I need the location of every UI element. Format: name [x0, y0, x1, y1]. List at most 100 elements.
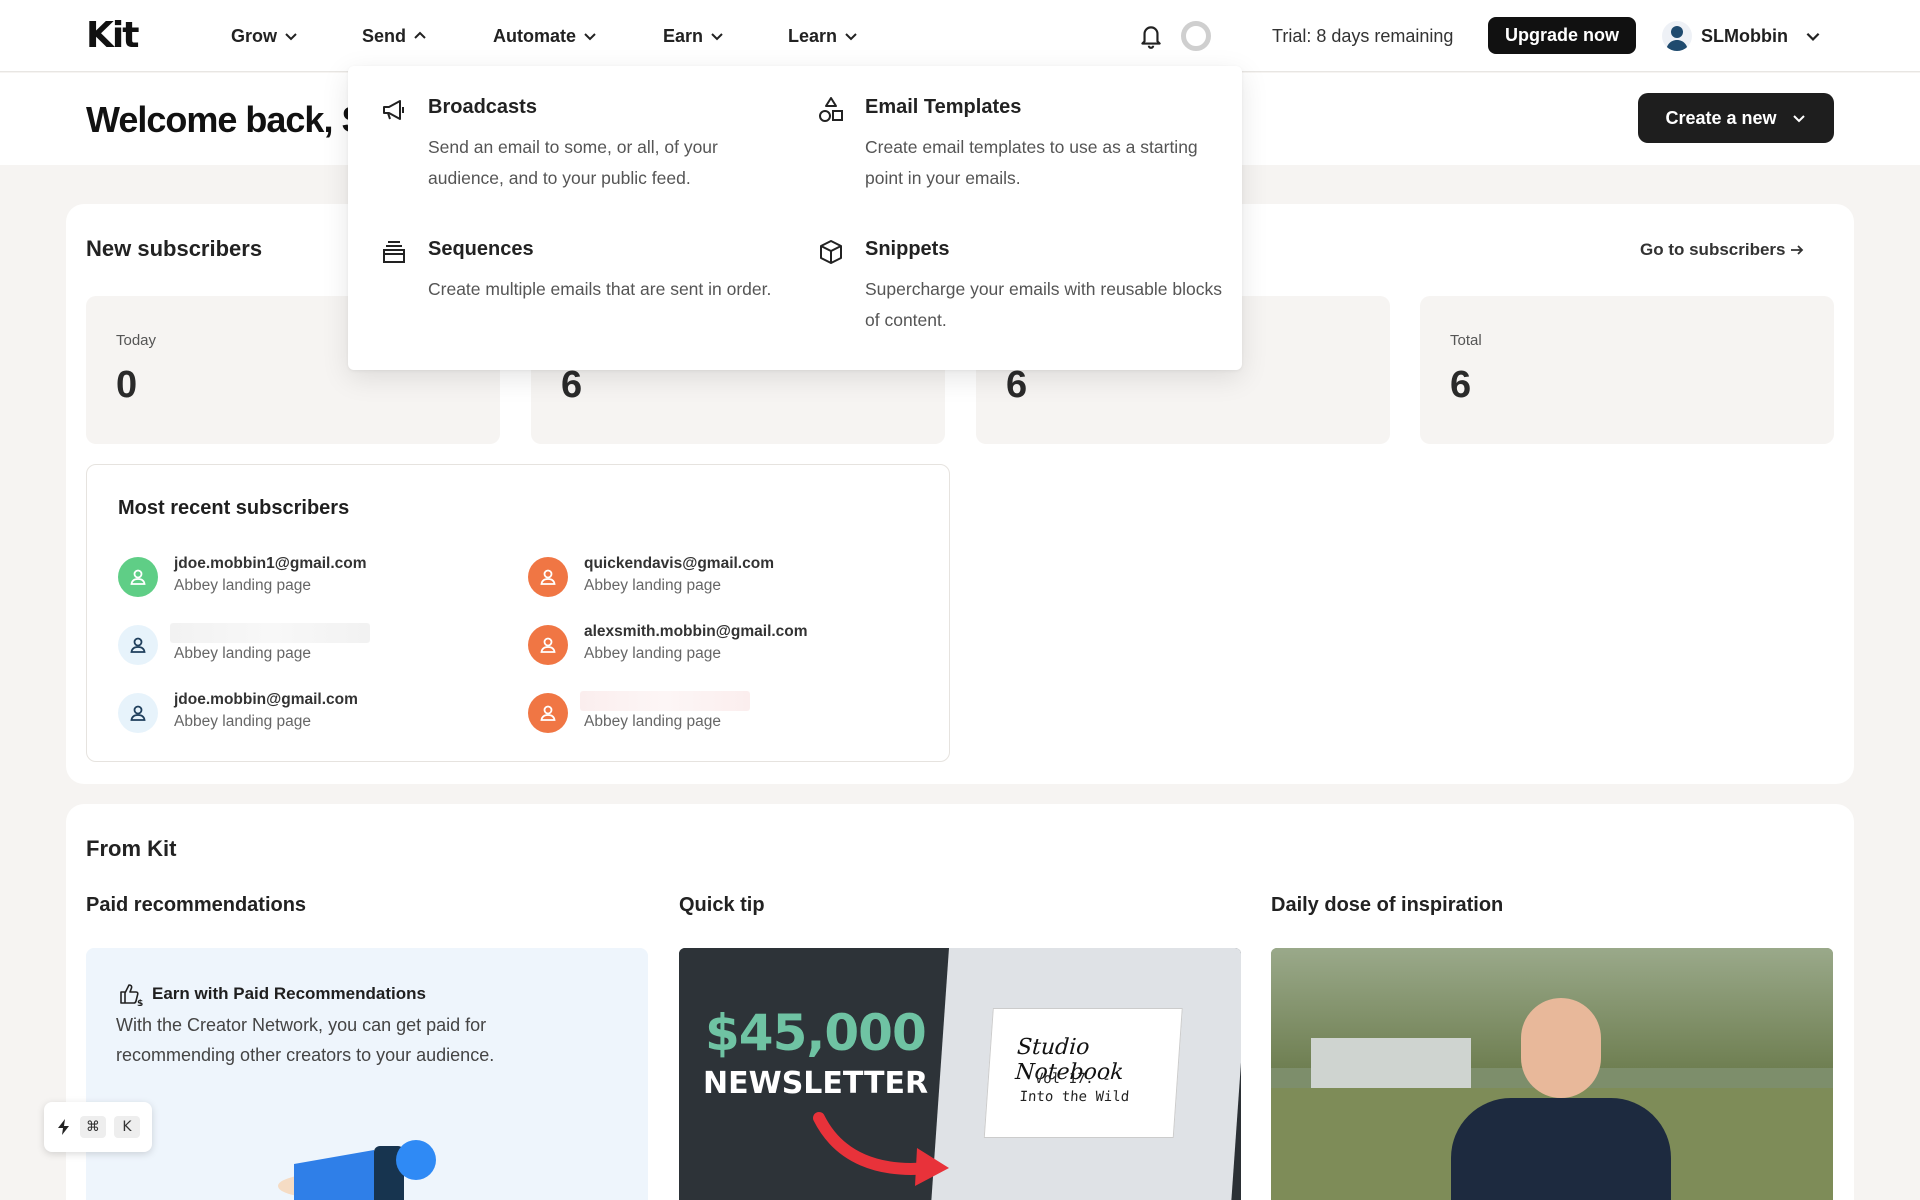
recent-subscribers-panel: Most recent subscribers jdoe.mobbin1@gma… — [86, 464, 950, 762]
subscriber-row[interactable]: quickendavis@gmail.com Abbey landing pag… — [528, 551, 928, 601]
megaphone-illustration — [278, 1140, 436, 1200]
menu-item-title: Snippets — [865, 238, 950, 260]
chevron-down-icon — [285, 33, 297, 41]
subscriber-source: Abbey landing page — [584, 577, 722, 594]
person-head — [1521, 998, 1601, 1098]
subscriber-avatar — [118, 625, 158, 665]
subscriber-email: quickendavis@gmail.com — [584, 555, 774, 572]
stat-value: 0 — [116, 364, 138, 406]
subscriber-email: jdoe.mobbin1@gmail.com — [174, 555, 367, 572]
subscriber-avatar — [528, 693, 568, 733]
quick-tip-title: Quick tip — [679, 894, 765, 916]
menu-item-title: Broadcasts — [428, 96, 537, 118]
arrow-right-icon — [1791, 245, 1804, 255]
subscriber-row[interactable]: alexsmith.mobbin@gmail.com Abbey landing… — [528, 619, 928, 669]
notebook-sub2: Into the Wild — [1019, 1089, 1130, 1105]
subscriber-source: Abbey landing page — [174, 577, 312, 594]
user-icon — [130, 705, 146, 721]
subscriber-row[interactable]: jdoe.mobbin@gmail.com Abbey landing page — [118, 687, 518, 737]
inspiration-image[interactable] — [1271, 948, 1833, 1200]
loading-spinner-icon — [1181, 21, 1211, 51]
menu-item-description: Supercharge your emails with reusable bl… — [865, 279, 1222, 330]
stat-label: Today — [116, 332, 157, 349]
person-shirt — [1451, 1098, 1671, 1200]
chevron-up-icon — [414, 31, 426, 39]
bell-icon[interactable] — [1138, 22, 1164, 50]
stat-value: 6 — [1450, 364, 1472, 406]
redacted-email — [580, 691, 750, 711]
chevron-down-icon — [845, 33, 857, 41]
red-arrow-icon — [813, 1112, 949, 1186]
nav-send-label: Send — [362, 26, 407, 46]
promo-heading: $ Earn with Paid Recommendations — [118, 982, 426, 1006]
chevron-down-icon — [1792, 115, 1805, 123]
stat-value: 6 — [1006, 364, 1028, 406]
user-name[interactable]: SLMobbin — [1701, 24, 1788, 48]
nav-earn[interactable]: Earn — [663, 24, 725, 48]
k-key: K — [114, 1116, 140, 1138]
subscriber-row[interactable]: jdoe.mobbin1@gmail.com Abbey landing pag… — [118, 551, 518, 601]
go-to-subscribers-link[interactable]: Go to subscribers — [1640, 240, 1805, 260]
create-new-button[interactable]: Create a new — [1638, 93, 1834, 143]
menu-item-description: Create multiple emails that are sent in … — [428, 279, 772, 299]
subscriber-row[interactable]: Abbey landing page — [118, 619, 518, 669]
quick-tip-card[interactable]: $45,000 NEWSLETTER Studio Notebook Vol 1… — [679, 948, 1241, 1200]
menu-item-description: Create email templates to use as a start… — [865, 137, 1198, 188]
user-icon — [130, 637, 146, 653]
nav-send[interactable]: Send — [362, 24, 428, 48]
megaphone-icon — [383, 100, 404, 120]
lightning-icon — [58, 1119, 69, 1135]
menu-item-description: Send an email to some, or all, of your a… — [428, 137, 718, 188]
redacted-email — [170, 623, 370, 643]
upgrade-now-button[interactable]: Upgrade now — [1488, 17, 1636, 54]
stat-label: Total — [1450, 332, 1482, 349]
subscriber-row[interactable]: Abbey landing page — [528, 687, 928, 737]
subscriber-source: Abbey landing page — [174, 645, 312, 662]
command-key: ⌘ — [80, 1116, 106, 1138]
svg-text:$: $ — [137, 999, 143, 1006]
chevron-down-icon — [711, 33, 723, 41]
paid-recommendations-card[interactable]: $ Earn with Paid Recommendations With th… — [86, 948, 648, 1200]
new-subscribers-title: New subscribers — [86, 236, 263, 261]
nav-learn[interactable]: Learn — [788, 24, 859, 48]
paid-recommendations-title: Paid recommendations — [86, 894, 307, 916]
nav-automate[interactable]: Automate — [493, 24, 598, 48]
promo-heading-text: Earn with Paid Recommendations — [152, 984, 426, 1003]
go-to-subscribers-label: Go to subscribers — [1640, 240, 1786, 259]
menu-item-title: Email Templates — [865, 96, 1022, 118]
kit-logo[interactable]: Kit — [86, 18, 139, 54]
subscriber-email: jdoe.mobbin@gmail.com — [174, 691, 358, 708]
chevron-down-icon[interactable] — [1804, 27, 1822, 45]
nav-grow[interactable]: Grow — [231, 24, 299, 48]
promo-description: With the Creator Network, you can get pa… — [116, 1015, 495, 1065]
shapes-icon — [819, 97, 843, 122]
user-silhouette-icon — [1666, 26, 1688, 51]
user-icon — [540, 637, 556, 653]
notebook-sub1: Vol 17. - — [1034, 1071, 1112, 1087]
notebook-page: Studio Notebook Vol 17. - Into the Wild — [983, 1008, 1183, 1138]
stack-icon — [383, 241, 405, 263]
user-icon — [540, 705, 556, 721]
trial-status: Trial: 8 days remaining — [1272, 26, 1454, 46]
subscriber-source: Abbey landing page — [584, 713, 722, 730]
stat-total: Total 6 — [1420, 296, 1834, 444]
nav-earn-label: Earn — [663, 26, 704, 46]
subscriber-avatar — [528, 557, 568, 597]
recent-subscribers-title: Most recent subscribers — [118, 497, 350, 519]
top-bar: Kit Grow Send Automate Earn Learn Trial:… — [0, 0, 1920, 72]
create-new-label: Create a new — [1665, 107, 1777, 128]
nav-grow-label: Grow — [231, 26, 278, 46]
send-dropdown-menu: Broadcasts Send an email to some, or all… — [348, 66, 1242, 370]
command-palette-shortcut[interactable]: ⌘ K — [44, 1102, 152, 1152]
user-icon — [130, 569, 146, 585]
page-title: Welcome back, Sa — [86, 99, 350, 140]
subscriber-avatar — [528, 625, 568, 665]
user-avatar[interactable] — [1662, 21, 1692, 51]
nav-learn-label: Learn — [788, 26, 838, 46]
tip-word: NEWSLETTER — [703, 1066, 929, 1101]
stat-value: 6 — [561, 364, 583, 406]
chevron-down-icon — [584, 33, 596, 41]
menu-item-title: Sequences — [428, 238, 534, 260]
nav-automate-label: Automate — [493, 26, 577, 46]
subscriber-source: Abbey landing page — [174, 713, 312, 730]
